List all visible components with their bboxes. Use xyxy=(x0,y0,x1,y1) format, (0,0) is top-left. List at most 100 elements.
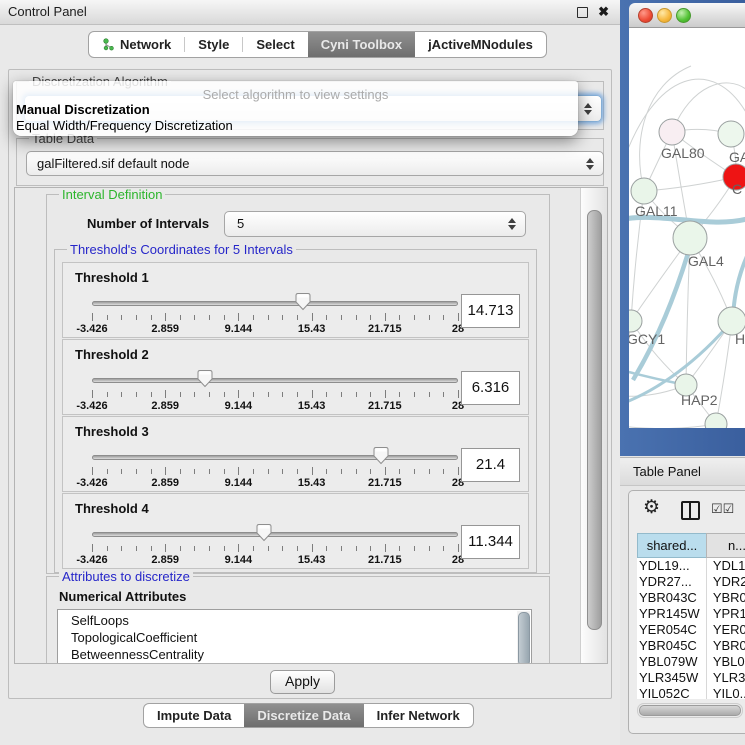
tick-mark xyxy=(238,313,239,321)
threshold-value-field[interactable]: 11.344 xyxy=(461,525,520,559)
slider-track[interactable] xyxy=(92,532,458,537)
network-node-gal11[interactable] xyxy=(631,178,657,204)
number-of-intervals-label: Number of Intervals xyxy=(87,216,209,231)
threshold-value-field[interactable]: 14.713 xyxy=(461,294,520,328)
network-node-ga[interactable] xyxy=(718,121,744,147)
tab-style[interactable]: Style xyxy=(185,32,242,57)
slider-thumb[interactable] xyxy=(256,523,272,542)
slider-thumb[interactable] xyxy=(295,292,311,311)
table-row[interactable]: YBR045CYBR0... xyxy=(637,638,745,654)
bottom-tab-impute-data[interactable]: Impute Data xyxy=(144,704,244,727)
threshold-value-field[interactable]: 6.316 xyxy=(461,371,520,405)
network-node-label: GAL4 xyxy=(688,253,724,269)
tick-mark xyxy=(341,546,342,551)
threshold-slider[interactable]: -3.4262.8599.14415.4321.71528 xyxy=(92,366,458,412)
table-row[interactable]: YER054CYER0... xyxy=(637,622,745,638)
network-canvas[interactable]: GAL80GACGAL11GAL4GCY1HHAP2 xyxy=(629,28,745,428)
tick-mark xyxy=(209,469,210,474)
attributes-list-scrollbar[interactable] xyxy=(517,611,530,664)
attribute-list-item[interactable]: SelfLoops xyxy=(58,612,531,629)
tick-mark xyxy=(268,546,269,551)
scale-label: 15.43 xyxy=(298,400,326,412)
network-edge[interactable] xyxy=(633,240,692,380)
float-window-icon[interactable] xyxy=(577,7,588,18)
slider-track[interactable] xyxy=(92,301,458,306)
tick-mark xyxy=(326,469,327,474)
tick-mark xyxy=(180,315,181,320)
table-row[interactable]: YPR145WYPR1... xyxy=(637,606,745,622)
algorithm-option-equal-width-frequency-discretization[interactable]: Equal Width/Frequency Discretization xyxy=(13,118,578,134)
table-row[interactable]: YDL19...YDL1... xyxy=(637,558,745,574)
network-edge[interactable] xyxy=(644,177,736,191)
table-row[interactable]: YIL052CYIL0... xyxy=(637,686,745,699)
threshold-value-field[interactable]: 21.4 xyxy=(461,448,520,482)
vertical-scrollbar[interactable] xyxy=(580,188,607,663)
table-row[interactable]: YLR345WYLR3... xyxy=(637,670,745,686)
tick-mark xyxy=(151,546,152,551)
tab-network[interactable]: Network xyxy=(89,32,184,57)
network-node-gal80[interactable] xyxy=(659,119,685,145)
tick-mark xyxy=(385,544,386,552)
mac-zoom-icon[interactable] xyxy=(676,8,691,23)
bottom-tab-discretize-data[interactable]: Discretize Data xyxy=(244,704,363,727)
mac-close-icon[interactable] xyxy=(638,8,653,23)
scrollbar-thumb[interactable] xyxy=(587,210,602,630)
table-data-value: galFiltered.sif default node xyxy=(37,156,189,171)
close-icon[interactable]: ✖ xyxy=(598,4,609,20)
network-node-gcy1[interactable] xyxy=(629,310,642,332)
network-node-gal4[interactable] xyxy=(673,221,707,255)
mac-minimize-icon[interactable] xyxy=(657,8,672,23)
thresholds-group: Threshold's Coordinates for 5 Intervals … xyxy=(54,249,537,573)
table-data-combo[interactable]: galFiltered.sif default node xyxy=(26,151,604,176)
cell-name: YIL0... xyxy=(707,686,745,699)
bottom-tab-infer-network[interactable]: Infer Network xyxy=(364,704,473,727)
column-selector-icon[interactable] xyxy=(681,501,700,520)
algorithm-option-manual-discretization[interactable]: Manual Discretization xyxy=(13,102,578,118)
tick-mark xyxy=(238,467,239,475)
threshold-slider[interactable]: -3.4262.8599.14415.4321.71528 xyxy=(92,443,458,489)
thresholds-group-title: Threshold's Coordinates for 5 Intervals xyxy=(67,242,296,257)
column-header-1[interactable]: shared... xyxy=(637,533,707,558)
attribute-list-item[interactable]: TopologicalCoefficient xyxy=(58,629,531,646)
tick-mark xyxy=(151,392,152,397)
select-columns-icon[interactable]: ☑☑ xyxy=(711,501,734,517)
table-row[interactable]: YDR27...YDR2... xyxy=(637,574,745,590)
tab-jactivemnodules[interactable]: jActiveMNodules xyxy=(415,32,546,57)
attribute-list-item[interactable]: BetweennessCentrality xyxy=(58,646,531,663)
tab-select[interactable]: Select xyxy=(243,32,307,57)
tick-mark xyxy=(297,392,298,397)
tab-cyni-toolbox[interactable]: Cyni Toolbox xyxy=(308,32,415,57)
scrollbar-thumb[interactable] xyxy=(518,612,530,664)
cell-name: YLR3... xyxy=(707,670,745,686)
tick-mark xyxy=(429,546,430,551)
tick-mark xyxy=(180,392,181,397)
tick-mark xyxy=(414,315,415,320)
slider-thumb[interactable] xyxy=(373,446,389,465)
network-node[interactable] xyxy=(705,413,727,428)
slider-track[interactable] xyxy=(92,378,458,383)
slider-track[interactable] xyxy=(92,455,458,460)
threshold-slider[interactable]: -3.4262.8599.14415.4321.71528 xyxy=(92,289,458,335)
tick-mark xyxy=(399,469,400,474)
apply-button[interactable]: Apply xyxy=(270,670,335,694)
slider-thumb[interactable] xyxy=(197,369,213,388)
cell-name: YER0... xyxy=(707,622,745,638)
table-row[interactable]: YBL079WYBL0... xyxy=(637,654,745,670)
table-row[interactable]: YBR043CYBR0... xyxy=(637,590,745,606)
tick-mark xyxy=(253,546,254,551)
scale-label: 9.144 xyxy=(225,477,253,489)
scale-label: 21.715 xyxy=(368,554,402,566)
tick-mark xyxy=(268,469,269,474)
cell-name: YBR0... xyxy=(707,590,745,606)
threshold-slider[interactable]: -3.4262.8599.14415.4321.71528 xyxy=(92,520,458,566)
gear-icon[interactable]: ⚙ xyxy=(643,496,660,519)
number-of-intervals-combo[interactable]: 5 xyxy=(224,211,526,237)
numerical-attributes-label: Numerical Attributes xyxy=(59,589,186,604)
network-edge[interactable] xyxy=(629,424,716,428)
scrollbar-thumb[interactable] xyxy=(639,705,741,716)
horizontal-scrollbar[interactable] xyxy=(637,703,743,718)
cell-name: YPR1... xyxy=(707,606,745,622)
column-header-2[interactable]: n... xyxy=(706,533,745,558)
tick-mark xyxy=(356,546,357,551)
tick-mark xyxy=(458,313,459,321)
